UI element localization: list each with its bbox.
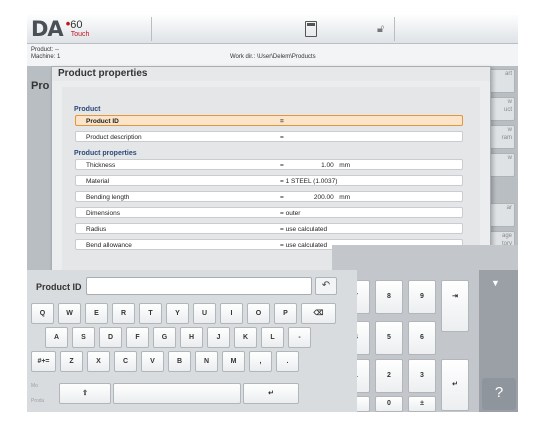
key-l[interactable]: L xyxy=(261,327,284,348)
key-t[interactable]: T xyxy=(139,303,162,324)
key-z[interactable]: Z xyxy=(60,351,83,372)
key-f[interactable]: F xyxy=(126,327,149,348)
key-h[interactable]: H xyxy=(180,327,203,348)
help-button[interactable]: ? xyxy=(482,378,516,410)
key-s[interactable]: S xyxy=(72,327,95,348)
row-product-description[interactable]: Product description = xyxy=(75,131,463,142)
key-w[interactable]: W xyxy=(58,303,81,324)
ghost-label: Produ xyxy=(31,398,45,404)
key-k[interactable]: K xyxy=(234,327,257,348)
key-r[interactable]: R xyxy=(112,303,135,324)
bending-length-value: 200.00 xyxy=(313,194,334,201)
key-n[interactable]: N xyxy=(195,351,218,372)
row-radius[interactable]: Radius = use calculated xyxy=(75,223,463,234)
key-i[interactable]: I xyxy=(220,303,243,324)
key-g[interactable]: G xyxy=(153,327,176,348)
work-directory: Work dir.: \User\Delem\Products xyxy=(230,54,316,60)
key-comma[interactable]: , xyxy=(249,351,272,372)
key-dash[interactable]: - xyxy=(288,327,311,348)
numpad-key-8[interactable]: 8 xyxy=(375,280,403,314)
dialog-title: Product properties xyxy=(52,67,490,81)
thickness-unit: mm xyxy=(339,162,351,169)
key-d[interactable]: D xyxy=(99,327,122,348)
product-status: Product: -- xyxy=(31,47,60,53)
numpad-key-0[interactable]: 0 xyxy=(375,396,403,412)
product-id-input[interactable] xyxy=(86,277,312,295)
row-dimensions[interactable]: Dimensions = outer xyxy=(75,207,463,218)
delem-logo: DA •60 Touch xyxy=(31,17,149,42)
key-period[interactable]: . xyxy=(276,351,299,372)
numpad-key-plus-minus[interactable]: ± xyxy=(408,396,436,412)
section-product: Product xyxy=(74,106,101,113)
numpad-enter-button[interactable]: ↵ xyxy=(441,359,469,411)
key-a[interactable]: A xyxy=(45,327,68,348)
row-product-id[interactable]: Product ID = xyxy=(75,115,463,126)
enter-key[interactable]: ↵ xyxy=(243,383,299,404)
key-v[interactable]: V xyxy=(141,351,164,372)
key-j[interactable]: J xyxy=(207,327,230,348)
machine-status: Machine: 1 xyxy=(31,54,61,60)
calculator-icon[interactable] xyxy=(305,21,317,37)
key-m[interactable]: M xyxy=(222,351,245,372)
logo-letters: DA xyxy=(31,17,64,41)
info-bar: Product: -- Machine: 1 Work dir.: \User\… xyxy=(27,43,518,66)
ghost-label: Mo xyxy=(31,383,38,389)
app-window: DA •60 Touch 🔓︎ Product: -- Machine: 1 W… xyxy=(27,15,518,412)
numpad-key-5[interactable]: 5 xyxy=(375,321,403,355)
key-p[interactable]: P xyxy=(274,303,297,324)
lock-icon[interactable]: 🔓︎ xyxy=(377,23,384,36)
key-o[interactable]: O xyxy=(247,303,270,324)
row-thickness[interactable]: Thickness = 1.00 mm xyxy=(75,159,463,170)
key-b[interactable]: B xyxy=(168,351,191,372)
key-q[interactable]: Q xyxy=(31,303,54,324)
divider xyxy=(394,17,395,41)
input-field-label: Product ID xyxy=(36,282,82,292)
key-e[interactable]: E xyxy=(85,303,108,324)
numpad-key-9[interactable]: 9 xyxy=(408,280,436,314)
section-product-properties: Product properties xyxy=(74,150,137,157)
key-u[interactable]: U xyxy=(193,303,216,324)
numpad-key-3[interactable]: 3 xyxy=(408,359,436,393)
shift-key[interactable]: ⇧ xyxy=(59,383,111,404)
right-control-column: ▼ ? xyxy=(479,270,518,412)
bending-length-unit: mm xyxy=(339,194,351,201)
logo-suffix: Touch xyxy=(70,30,90,38)
top-bar: DA •60 Touch 🔓︎ xyxy=(27,15,518,43)
symbols-key[interactable]: #+= xyxy=(31,351,56,372)
row-material[interactable]: Material = 1 STEEL (1.0037) xyxy=(75,175,463,186)
undo-button[interactable]: ↶ xyxy=(315,277,337,295)
keyboard-panel: Product ID ↶ Q W E R T Y U I O P ⌫ A S D… xyxy=(27,270,357,412)
key-c[interactable]: C xyxy=(114,351,137,372)
backspace-key[interactable]: ⌫ xyxy=(301,303,336,324)
space-key[interactable] xyxy=(113,383,241,404)
key-x[interactable]: X xyxy=(87,351,110,372)
page-title: Pro xyxy=(31,80,50,92)
numpad-tab-button[interactable]: ⇥ xyxy=(441,280,469,332)
thickness-value: 1.00 xyxy=(321,162,334,169)
collapse-keyboard-icon[interactable]: ▼ xyxy=(491,278,500,288)
key-y[interactable]: Y xyxy=(166,303,189,324)
row-bending-length[interactable]: Bending length = 200.00 mm xyxy=(75,191,463,202)
numpad-key-6[interactable]: 6 xyxy=(408,321,436,355)
numpad-key-2[interactable]: 2 xyxy=(375,359,403,393)
divider xyxy=(151,17,152,41)
